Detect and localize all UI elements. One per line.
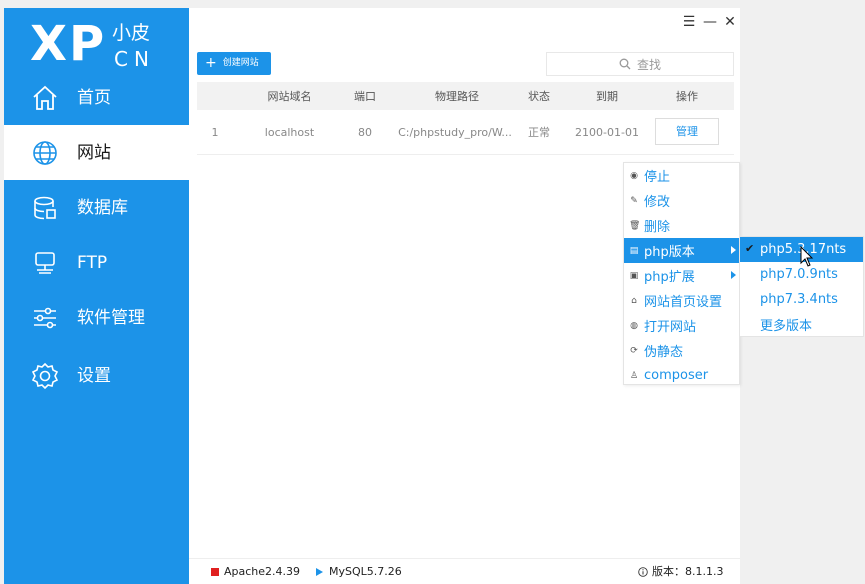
plus-icon: + <box>205 55 217 71</box>
row-domain: localhost <box>264 125 315 139</box>
row-status: 正常 <box>528 126 550 139</box>
menu-item-label: 修改 <box>644 195 671 210</box>
manage-button[interactable]: 管理 <box>655 118 719 145</box>
menu-item-rewrite[interactable]: ⟳ 伪静态 <box>624 338 739 363</box>
menu-item-label: 伪静态 <box>644 345 684 360</box>
sidebar: XP 小皮 CN 首页 网站 数据库 FTP 软件管理 设置 <box>4 8 189 584</box>
sidebar-item-label: 软件管理 <box>77 307 145 328</box>
create-website-label: 创建网站 <box>222 58 259 68</box>
trash-icon: 🗑 <box>629 220 641 231</box>
php-version-option[interactable]: php7.3.4nts <box>740 287 863 312</box>
version-info: 版本：8.1.1.3 <box>638 559 723 584</box>
menu-item-open-site[interactable]: ◍ 打开网站 <box>624 313 739 338</box>
php-version-label: php7.0.9nts <box>760 267 838 282</box>
column-header-port: 端口 <box>354 90 376 103</box>
php-version-label: php7.3.4nts <box>760 292 838 307</box>
logo-primary: XP <box>30 16 107 72</box>
sidebar-item-label: FTP <box>77 252 108 273</box>
version-label: 版本：8.1.1.3 <box>652 565 724 578</box>
website-table: 网站域名 端口 物理路径 状态 到期 操作 1 localhost 80 C:/… <box>197 82 734 155</box>
sidebar-item-label: 首页 <box>77 87 111 108</box>
apache-status[interactable]: Apache2.4.39 <box>211 559 300 584</box>
table-header: 网站域名 端口 物理路径 状态 到期 操作 <box>197 82 734 110</box>
create-website-button[interactable]: + 创建网站 <box>197 52 271 75</box>
row-path: C:/phpstudy_pro/W... <box>398 125 512 139</box>
info-icon <box>638 567 648 577</box>
stopped-square-icon <box>211 568 219 576</box>
ftp-icon <box>35 251 55 274</box>
menu-item-label: 停止 <box>644 170 671 185</box>
menu-item-delete[interactable]: 🗑 删除 <box>624 213 739 238</box>
stop-icon: ◉ <box>630 170 638 181</box>
menu-item-label: 网站首页设置 <box>644 295 723 310</box>
database-icon <box>34 196 56 219</box>
menu-item-label: php版本 <box>644 245 695 260</box>
menu-item-php-extension[interactable]: ▣ php扩展 <box>624 263 739 288</box>
close-icon[interactable]: ✕ <box>722 14 738 30</box>
home-settings-icon: ⌂ <box>631 295 637 306</box>
menu-item-edit[interactable]: ✎ 修改 <box>624 188 739 213</box>
sliders-icon <box>34 307 56 328</box>
column-header-expiry: 到期 <box>596 90 618 103</box>
mouse-cursor-icon <box>800 246 814 267</box>
sidebar-item-software[interactable]: 软件管理 <box>4 290 189 345</box>
sidebar-item-database[interactable]: 数据库 <box>4 180 189 235</box>
menu-item-label: 打开网站 <box>644 320 697 335</box>
submenu-arrow-icon <box>731 246 736 254</box>
sidebar-nav: 首页 网站 数据库 FTP 软件管理 设置 <box>4 70 189 403</box>
pencil-icon: ✎ <box>630 195 638 206</box>
status-bar: Apache2.4.39 MySQL5.7.26 版本：8.1.1.3 <box>189 558 740 584</box>
minimize-icon[interactable]: — <box>702 14 718 30</box>
menu-icon[interactable]: ☰ <box>681 14 697 30</box>
php-extension-icon: ▣ <box>629 270 639 281</box>
mysql-label: MySQL5.7.26 <box>329 565 402 578</box>
rewrite-icon: ⟳ <box>630 345 638 356</box>
row-expiry: 2100-01-01 <box>575 125 639 139</box>
column-header-path: 物理路径 <box>435 90 479 103</box>
menu-item-php-version[interactable]: ▤ php版本 <box>624 238 739 263</box>
play-icon <box>316 568 323 576</box>
column-header-status: 状态 <box>528 90 550 103</box>
sidebar-item-website[interactable]: 网站 <box>4 125 189 180</box>
logo-sub-top: 小皮 <box>112 22 151 44</box>
more-versions-option[interactable]: 更多版本 <box>740 312 863 337</box>
search-placeholder: 查找 <box>636 57 661 72</box>
context-menu: ◉ 停止 ✎ 修改 🗑 删除 ▤ php版本 ▣ php扩展 ⌂ 网站首页设置 ◍ 打开网站 … <box>623 162 740 385</box>
search-icon <box>619 58 631 70</box>
apache-label: Apache2.4.39 <box>224 565 301 578</box>
sidebar-item-home[interactable]: 首页 <box>4 70 189 125</box>
check-icon: ✔ <box>745 242 755 255</box>
menu-item-composer[interactable]: ♙ composer <box>624 363 739 388</box>
logo-sub-bottom: CN <box>114 47 155 71</box>
menu-item-label: composer <box>644 368 709 383</box>
sidebar-item-label: 网站 <box>77 142 111 163</box>
sidebar-item-label: 设置 <box>77 365 111 386</box>
sidebar-item-settings[interactable]: 设置 <box>4 348 189 403</box>
mysql-status[interactable]: MySQL5.7.26 <box>316 559 402 584</box>
sidebar-item-ftp[interactable]: FTP <box>4 235 189 290</box>
more-versions-label: 更多版本 <box>760 319 813 334</box>
menu-item-label: 删除 <box>644 220 671 235</box>
settings-icon <box>31 362 59 389</box>
composer-icon: ♙ <box>629 370 639 381</box>
submenu-arrow-icon <box>731 271 736 279</box>
column-header-domain: 网站域名 <box>267 90 312 103</box>
sidebar-item-label: 数据库 <box>77 197 128 218</box>
menu-item-stop[interactable]: ◉ 停止 <box>624 163 739 188</box>
title-bar: ☰ — ✕ <box>189 8 740 38</box>
table-row[interactable]: 1 localhost 80 C:/phpstudy_pro/W... 正常 2… <box>197 110 734 155</box>
globe-icon <box>33 140 57 165</box>
php-version-icon: ▤ <box>629 245 639 256</box>
home-icon <box>33 85 57 110</box>
menu-item-homepage-settings[interactable]: ⌂ 网站首页设置 <box>624 288 739 313</box>
column-header-action: 操作 <box>676 90 698 103</box>
menu-item-label: php扩展 <box>644 270 695 285</box>
row-port: 80 <box>358 125 372 139</box>
row-id: 1 <box>211 125 219 139</box>
open-site-icon: ◍ <box>630 320 638 331</box>
search-input[interactable]: 查找 <box>546 52 734 76</box>
